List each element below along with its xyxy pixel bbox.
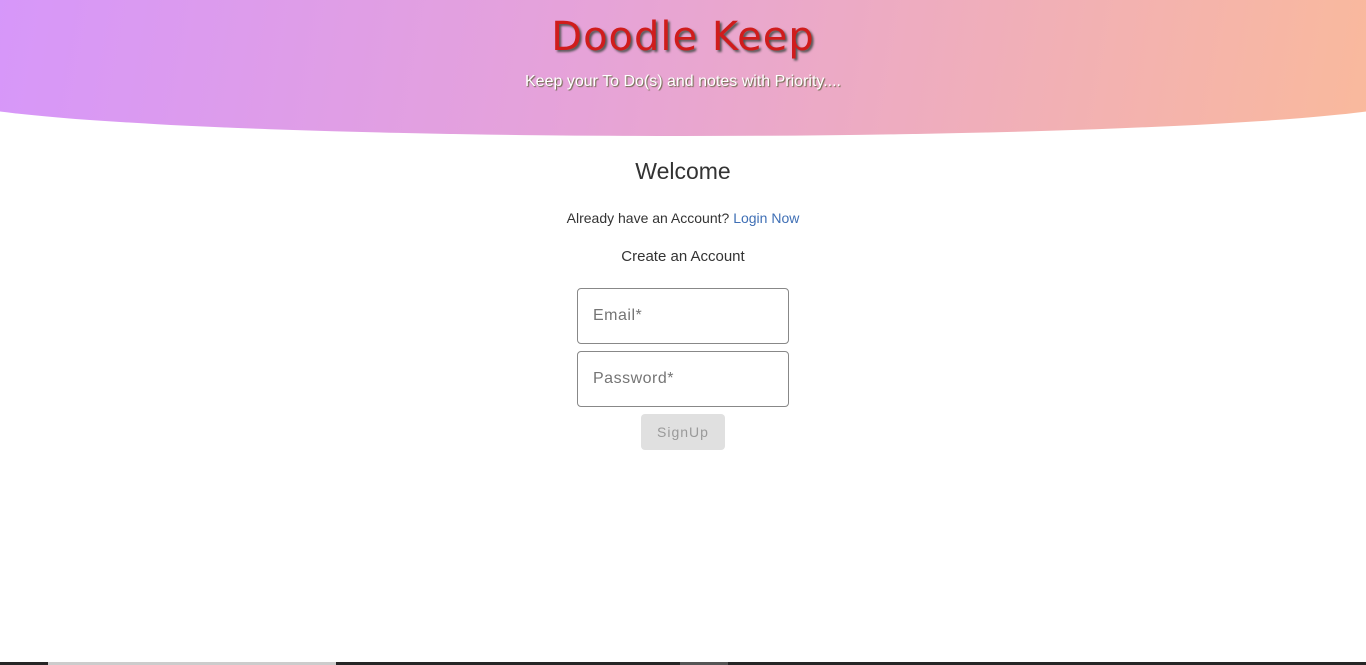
login-now-link[interactable]: Login Now — [733, 210, 799, 226]
create-account-label: Create an Account — [621, 248, 745, 265]
email-field[interactable] — [577, 288, 789, 344]
app-subtitle: Keep your To Do(s) and notes with Priori… — [525, 73, 841, 90]
signup-button[interactable]: SignUp — [641, 414, 725, 450]
welcome-heading: Welcome — [635, 158, 731, 184]
password-field[interactable] — [577, 351, 789, 407]
login-prompt-text: Already have an Account? — [566, 210, 730, 226]
login-prompt: Already have an Account? Login Now — [0, 210, 1366, 226]
app-title: Doodle Keep — [551, 14, 815, 60]
